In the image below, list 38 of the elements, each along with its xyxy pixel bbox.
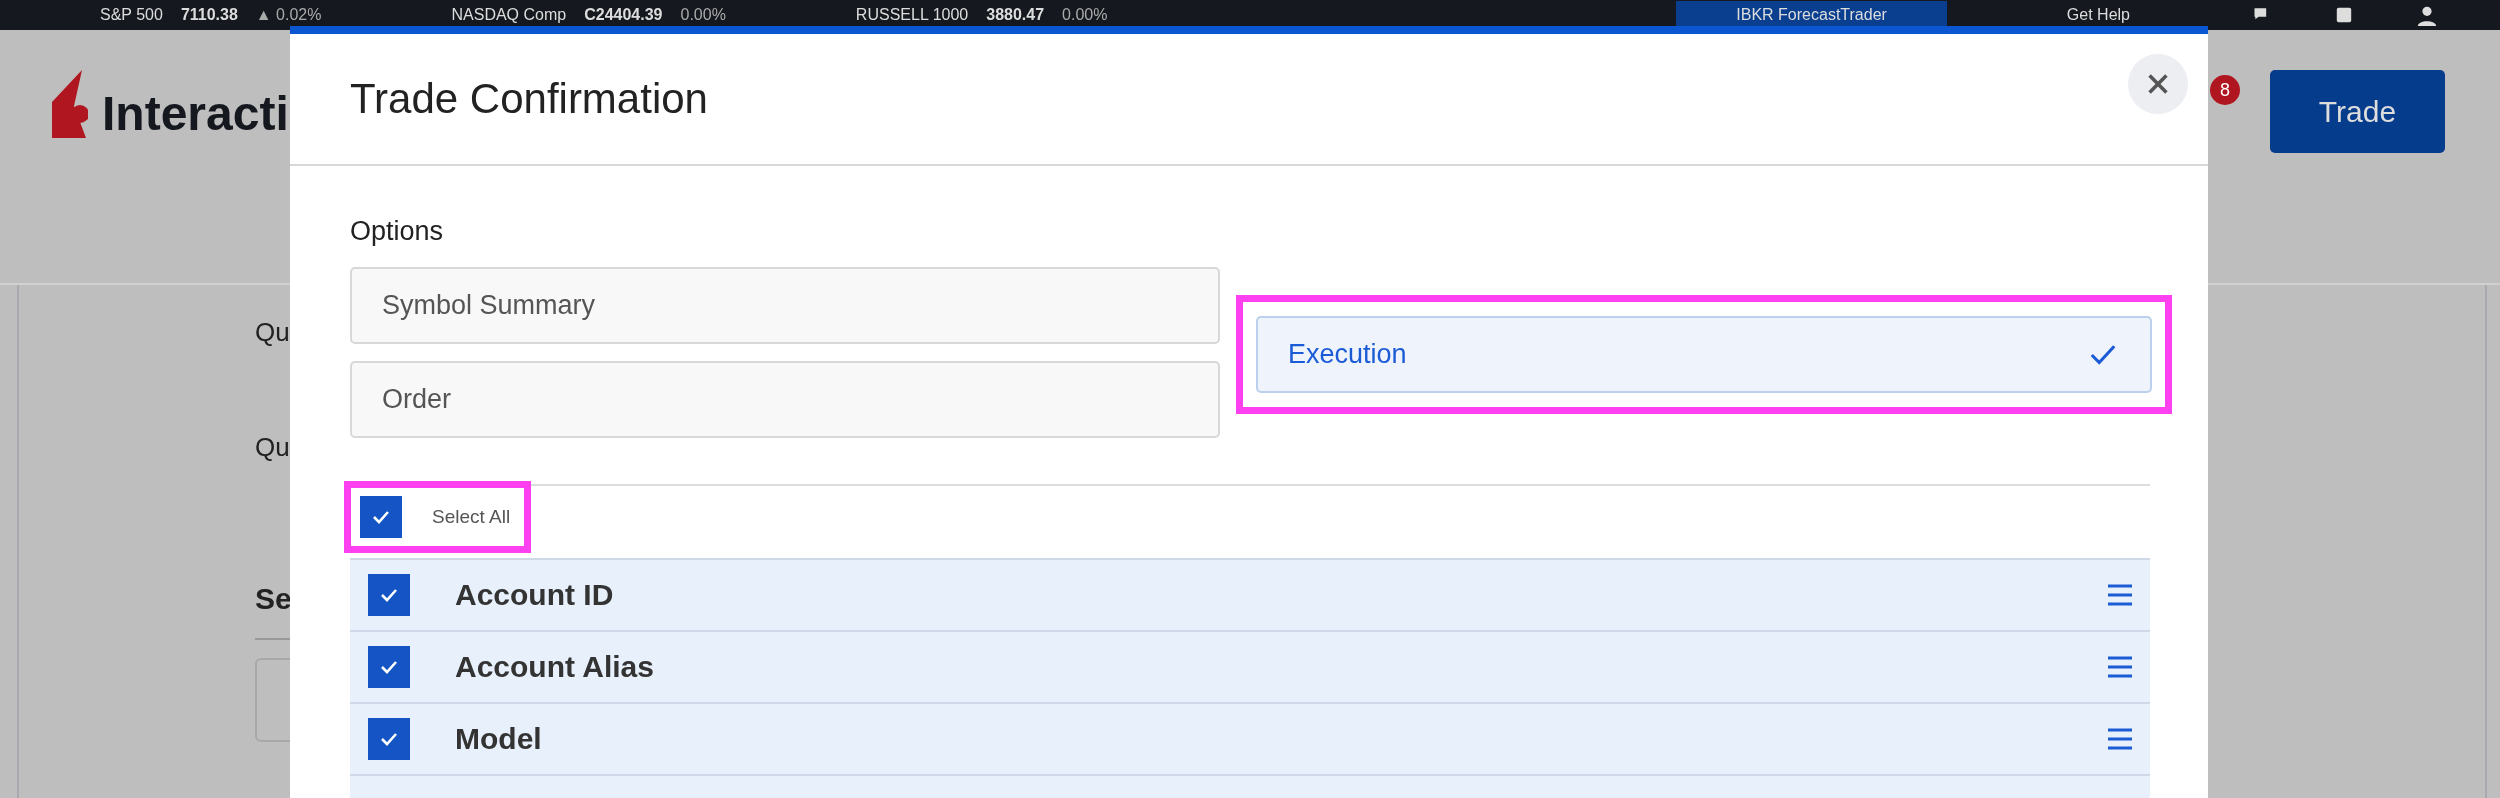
select-all-label: Select All — [432, 506, 511, 528]
field-label: Model — [455, 722, 543, 756]
field-label: Account Alias — [455, 650, 655, 684]
ticker-name: S&P 500 — [100, 6, 163, 24]
field-row[interactable]: Account Alias — [350, 630, 2150, 702]
notification-badge: 8 — [2210, 75, 2240, 105]
nav-link[interactable]: IBKR ForecastTrader — [1676, 1, 1947, 29]
logo-icon — [52, 70, 88, 138]
field-row[interactable]: Account ID — [350, 558, 2150, 630]
option-button[interactable]: Order — [350, 361, 1220, 438]
menu-icon[interactable] — [2106, 583, 2134, 607]
ticker-name: NASDAQ Comp — [451, 6, 567, 24]
field-label: Qu — [255, 317, 290, 347]
ticker-value: 3880.47 — [986, 6, 1045, 24]
option-button[interactable]: Execution — [1256, 316, 2152, 393]
menu-icon[interactable] — [2106, 727, 2134, 751]
menu-icon[interactable] — [2106, 655, 2134, 679]
close-icon — [2146, 72, 2170, 96]
field-label: Qu — [255, 432, 290, 462]
field-label: Account ID — [455, 578, 615, 612]
ticker-name: RUSSELL 1000 — [855, 6, 969, 24]
nav-link[interactable]: Get Help — [2006, 1, 2190, 29]
checkbox[interactable] — [360, 496, 402, 538]
ticker-value: 7110.38 — [180, 6, 238, 24]
checkbox[interactable] — [368, 718, 410, 760]
ticker-change: 0.00% — [680, 6, 726, 24]
logo-text: Interacti — [102, 90, 289, 138]
options-label: Options — [350, 216, 445, 247]
field-row[interactable]: Model — [350, 702, 2150, 774]
ticker-change: 0.00% — [1062, 6, 1108, 24]
trade-button[interactable]: Trade — [2270, 70, 2445, 153]
ticker-change: ▲ 0.02% — [255, 6, 322, 24]
modal-title: Trade Confirmation — [350, 75, 708, 123]
option-button[interactable]: Symbol Summary — [350, 267, 1220, 344]
ticker-value: C24404.39 — [584, 6, 663, 24]
checkbox[interactable] — [368, 574, 410, 616]
checkbox[interactable] — [368, 646, 410, 688]
square-icon[interactable] — [2334, 6, 2354, 24]
